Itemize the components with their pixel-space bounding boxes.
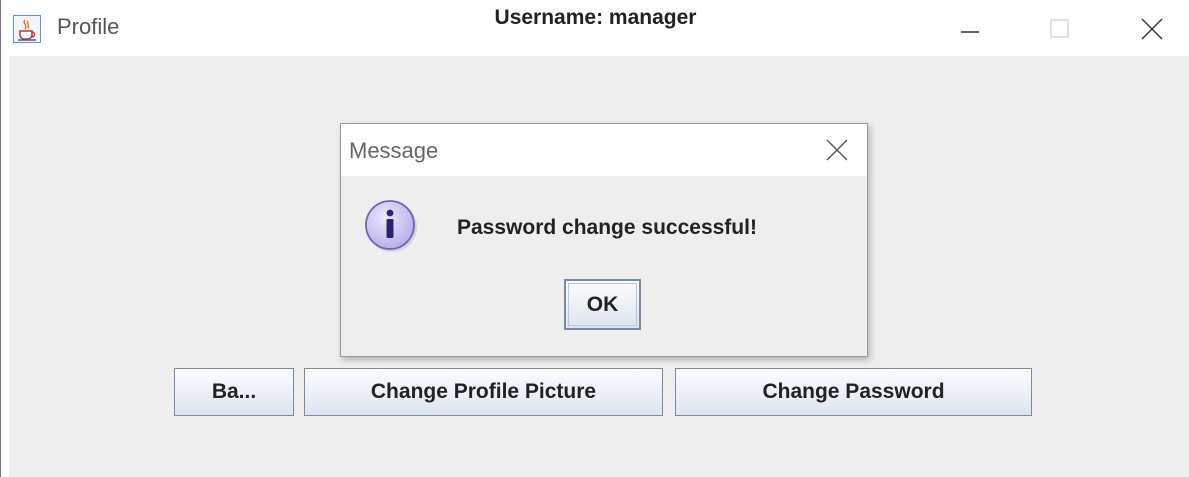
change-password-button[interactable]: Change Password [675, 368, 1032, 416]
info-icon [361, 196, 421, 256]
back-button[interactable]: Ba... [174, 368, 294, 416]
close-icon [826, 139, 848, 161]
profile-window: Profile Username: manager Ba... Change P… [0, 0, 1189, 477]
username-label: Username: manager [494, 6, 697, 29]
dialog-title: Message [349, 138, 439, 163]
dialog-message: Password change successful! [457, 216, 757, 239]
message-dialog: Message Password change successful! OK [340, 123, 868, 357]
change-profile-picture-button[interactable]: Change Profile Picture [304, 368, 663, 416]
dialog-close-button[interactable] [819, 132, 855, 168]
dialog-title-bar[interactable]: Message [341, 124, 867, 176]
ok-button[interactable]: OK [564, 279, 641, 330]
